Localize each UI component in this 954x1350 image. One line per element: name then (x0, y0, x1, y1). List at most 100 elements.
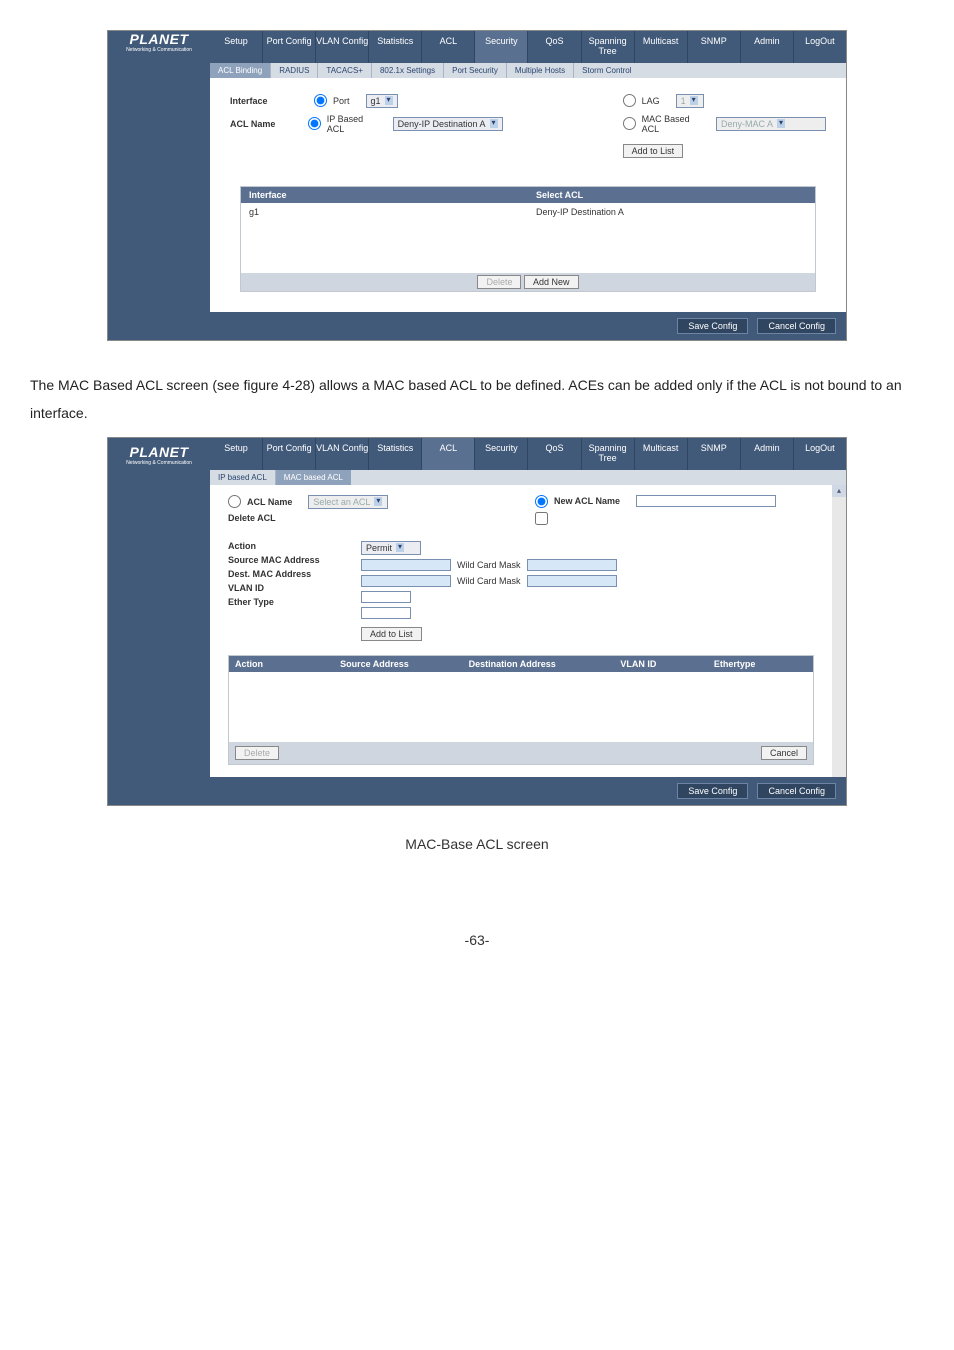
save-config-button[interactable]: Save Config (677, 318, 748, 334)
nav-port-config[interactable]: Port Config (263, 31, 316, 63)
vlan-id-label: VLAN ID (228, 583, 333, 593)
radio-mac-based-acl-input[interactable] (623, 117, 636, 130)
aclname-label: ACL Name (230, 119, 302, 129)
main-nav: Setup Port Config VLAN Config Statistics… (210, 31, 846, 63)
subnav-radius[interactable]: RADIUS (271, 63, 318, 78)
nav-statistics[interactable]: Statistics (369, 31, 422, 63)
delete-acl-checkbox[interactable] (535, 512, 548, 525)
col-vlan-id: VLAN ID (614, 656, 707, 672)
ether-type-input[interactable] (361, 607, 411, 619)
save-config-button[interactable]: Save Config (677, 783, 748, 799)
subnav-port-security[interactable]: Port Security (444, 63, 507, 78)
sub-nav: IP based ACL MAC based ACL (210, 470, 846, 485)
scroll-up-icon[interactable]: ▴ (832, 485, 846, 497)
nav-security[interactable]: Security (475, 438, 528, 470)
cancel-config-button[interactable]: Cancel Config (757, 783, 836, 799)
nav-acl[interactable]: ACL (422, 438, 475, 470)
radio-new-acl-name-input[interactable] (535, 495, 548, 508)
add-to-list-button[interactable]: Add to List (623, 144, 684, 158)
subnav-tacacs[interactable]: TACACS+ (318, 63, 372, 78)
nav-admin[interactable]: Admin (741, 438, 794, 470)
interface-label: Interface (230, 96, 308, 106)
nav-security[interactable]: Security (475, 31, 528, 63)
cancel-config-button[interactable]: Cancel Config (757, 318, 836, 334)
subnav-acl-binding[interactable]: ACL Binding (210, 63, 271, 78)
delete-button[interactable]: Delete (477, 275, 521, 289)
scrollbar[interactable]: ▴ (832, 485, 846, 777)
wildcard-label: Wild Card Mask (457, 576, 521, 586)
nav-vlan-config[interactable]: VLAN Config (316, 31, 369, 63)
col-action: Action (229, 656, 334, 672)
subnav-ip-based-acl[interactable]: IP based ACL (210, 470, 276, 485)
src-mac-label: Source MAC Address (228, 555, 333, 565)
table-cell[interactable]: Deny-IP Destination A (528, 203, 815, 273)
radio-ip-based-acl[interactable]: IP Based ACL (308, 114, 377, 134)
radio-acl-name[interactable]: ACL Name (228, 495, 292, 508)
planet-logo: PLANET Networking & Communication (108, 31, 210, 53)
binding-table: Interface Select ACL g1 Deny-IP Destinat… (240, 186, 816, 292)
radio-ip-based-acl-input[interactable] (308, 117, 321, 130)
sub-nav: ACL Binding RADIUS TACACS+ 802.1x Settin… (210, 63, 846, 78)
footer-bar: Save Config Cancel Config (108, 312, 846, 340)
radio-lag[interactable]: LAG (623, 94, 660, 107)
figure-caption: MAC-Base ACL screen (30, 836, 924, 852)
chevron-down-icon: ▾ (490, 119, 498, 128)
nav-admin[interactable]: Admin (741, 31, 794, 63)
nav-snmp[interactable]: SNMP (688, 31, 741, 63)
acl-name-select: Select an ACL ▾ (308, 495, 388, 509)
wildcard-label: Wild Card Mask (457, 560, 521, 570)
action-select[interactable]: Permit ▾ (361, 541, 421, 555)
nav-spanning-tree[interactable]: Spanning Tree (582, 438, 635, 470)
table-cell[interactable]: g1 (241, 203, 528, 273)
body-paragraph: The MAC Based ACL screen (see figure 4-2… (30, 371, 924, 427)
ace-table: Action Source Address Destination Addres… (228, 655, 814, 765)
nav-spanning-tree[interactable]: Spanning Tree (582, 31, 635, 63)
nav-statistics[interactable]: Statistics (369, 438, 422, 470)
radio-lag-input[interactable] (623, 94, 636, 107)
nav-qos[interactable]: QoS (528, 31, 581, 63)
nav-logout[interactable]: LogOut (794, 31, 846, 63)
add-new-button[interactable]: Add New (524, 275, 579, 289)
subnav-8021x[interactable]: 802.1x Settings (372, 63, 444, 78)
col-ethertype: Ethertype (708, 656, 813, 672)
cancel-button[interactable]: Cancel (761, 746, 807, 760)
nav-multicast[interactable]: Multicast (635, 438, 688, 470)
subnav-mac-based-acl[interactable]: MAC based ACL (276, 470, 351, 485)
col-select-acl: Select ACL (528, 187, 815, 203)
col-destination-address: Destination Address (463, 656, 615, 672)
nav-setup[interactable]: Setup (210, 438, 263, 470)
add-to-list-button[interactable]: Add to List (361, 627, 422, 641)
screenshot-mac-based-acl: PLANET Networking & Communication Setup … (107, 437, 847, 806)
subnav-multiple-hosts[interactable]: Multiple Hosts (507, 63, 574, 78)
nav-qos[interactable]: QoS (528, 438, 581, 470)
planet-logo: PLANET Networking & Communication (108, 444, 210, 466)
ip-acl-select[interactable]: Deny-IP Destination A ▾ (393, 117, 503, 131)
src-mac-input[interactable] (361, 559, 451, 571)
src-wildcard-input[interactable] (527, 559, 617, 571)
nav-snmp[interactable]: SNMP (688, 438, 741, 470)
delete-acl-label: Delete ACL (228, 513, 276, 523)
nav-vlan-config[interactable]: VLAN Config (316, 438, 369, 470)
radio-port[interactable]: Port (314, 94, 350, 107)
nav-setup[interactable]: Setup (210, 31, 263, 63)
subnav-storm-control[interactable]: Storm Control (574, 63, 639, 78)
nav-port-config[interactable]: Port Config (263, 438, 316, 470)
radio-port-input[interactable] (314, 94, 327, 107)
nav-acl[interactable]: ACL (422, 31, 475, 63)
vlan-id-input[interactable] (361, 591, 411, 603)
radio-new-acl-name[interactable]: New ACL Name (535, 495, 620, 508)
screenshot-security-acl-binding: PLANET Networking & Communication Setup … (107, 30, 847, 341)
dest-mac-input[interactable] (361, 575, 451, 587)
delete-button[interactable]: Delete (235, 746, 279, 760)
dest-mac-label: Dest. MAC Address (228, 569, 333, 579)
nav-multicast[interactable]: Multicast (635, 31, 688, 63)
radio-acl-name-input[interactable] (228, 495, 241, 508)
table-body (229, 672, 813, 742)
chevron-down-icon: ▾ (374, 497, 382, 506)
nav-logout[interactable]: LogOut (794, 438, 846, 470)
dest-wildcard-input[interactable] (527, 575, 617, 587)
chevron-down-icon: ▾ (385, 96, 393, 105)
new-acl-name-input[interactable] (636, 495, 776, 507)
radio-mac-based-acl[interactable]: MAC Based ACL (623, 114, 700, 134)
port-select[interactable]: g1 ▾ (366, 94, 398, 108)
